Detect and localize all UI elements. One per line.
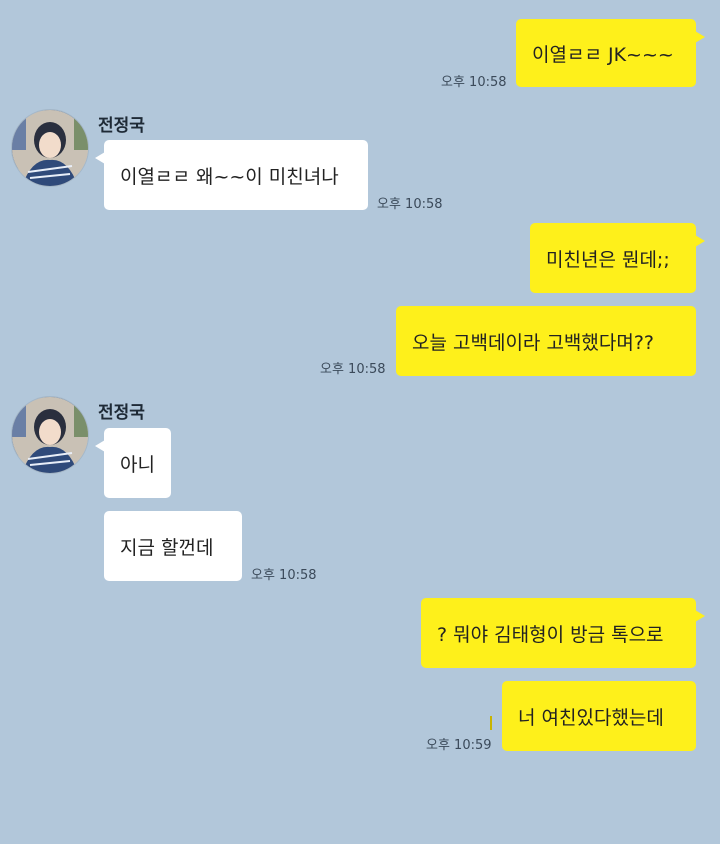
message-timestamp: 오후 10:58 (251, 568, 317, 583)
my-message-bubble[interactable]: 너 여친있다했는데 (502, 681, 696, 751)
message-text: ? 뭐야 김태형이 방금 톡으로 (437, 623, 664, 646)
message-timestamp: 오후 10:58 (320, 362, 386, 377)
message-text: 너 여친있다했는데 (518, 706, 664, 729)
contact-name: 전정국 (98, 403, 145, 423)
message-text: 이열ㄹㄹ JK~~~ (532, 43, 674, 66)
message-text: 지금 할껀데 (120, 536, 214, 559)
my-message-bubble[interactable]: 이열ㄹㄹ JK~~~ (516, 19, 705, 87)
contact-avatar[interactable] (12, 397, 88, 473)
unread-marker (490, 716, 492, 730)
message-text: 이열ㄹㄹ 왜~~이 미친녀나 (120, 165, 339, 188)
contact-name: 전정국 (98, 116, 145, 136)
message-text: 미친년은 뭔데;; (546, 248, 670, 271)
message-timestamp: 오후 10:58 (441, 75, 507, 90)
their-message-bubble[interactable]: 지금 할껀데 (104, 511, 242, 581)
my-message-bubble[interactable]: 미친년은 뭔데;; (530, 223, 705, 293)
message-timestamp: 오후 10:59 (426, 738, 492, 753)
their-message-bubble[interactable]: 이열ㄹㄹ 왜~~이 미친녀나 (95, 140, 368, 210)
message-timestamp: 오후 10:58 (377, 197, 443, 212)
my-message-bubble[interactable]: 오늘 고백데이라 고백했다며?? (396, 306, 696, 376)
their-message-bubble[interactable]: 아니 (95, 428, 171, 498)
message-text: 아니 (120, 453, 155, 476)
my-message-bubble[interactable]: ? 뭐야 김태형이 방금 톡으로 (421, 598, 705, 668)
message-text: 오늘 고백데이라 고백했다며?? (412, 331, 655, 354)
contact-avatar[interactable] (12, 110, 88, 186)
